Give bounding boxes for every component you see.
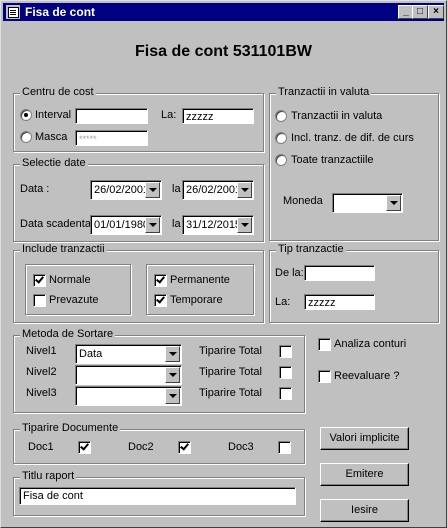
nivel3-label: Nivel3 (26, 387, 57, 399)
tip-la-input[interactable]: zzzzz (304, 294, 375, 310)
valori-implicite-button[interactable]: Valori implicite (320, 427, 409, 450)
report-window: Fisa de cont _ □ × Fisa de cont 531101BW… (0, 0, 447, 528)
include-left-box (25, 264, 131, 315)
centru-cost-label: Centru de cost (20, 86, 96, 98)
interval-radio[interactable] (20, 109, 32, 121)
tiparire-total-1-label: Tiparire Total (199, 345, 262, 357)
doc1-checkbox[interactable] (78, 441, 91, 454)
chevron-down-icon[interactable] (165, 388, 180, 404)
chevron-down-icon[interactable] (145, 182, 160, 198)
radio-tranzactii-valuta-label: Tranzactii in valuta (291, 110, 383, 122)
metoda-sortare-label: Metoda de Sortare (20, 328, 116, 340)
reevaluare-label: Reevaluare ? (334, 370, 400, 382)
include-tranzactii-label: Include tranzactii (20, 243, 107, 255)
tranzactii-valuta-label: Tranzactii in valuta (276, 86, 372, 98)
de-la-label: De la: (275, 267, 304, 279)
app-icon[interactable] (6, 5, 20, 19)
tiparire-documente-label: Tiparire Documente (20, 422, 121, 434)
analiza-conturi-checkbox[interactable] (318, 338, 331, 351)
doc2-checkbox[interactable] (178, 441, 191, 454)
scadenta-label: Data scadenta : (20, 218, 98, 230)
masca-radio[interactable] (20, 131, 32, 143)
normale-label: Normale (49, 274, 91, 286)
la-input[interactable]: zzzzz (182, 108, 254, 124)
data-to-select[interactable]: 26/02/2001 (182, 180, 254, 200)
chevron-down-icon[interactable] (237, 182, 252, 198)
page-title: Fisa de cont 531101BW (135, 43, 312, 60)
doc1-label: Doc1 (28, 441, 54, 453)
title-bar[interactable]: Fisa de cont _ □ × (3, 3, 444, 21)
emitere-label: Emitere (345, 468, 384, 480)
doc2-label: Doc2 (128, 441, 154, 453)
data-from-select[interactable]: 26/02/2001 (90, 180, 162, 200)
tiparire-total-2-checkbox[interactable] (279, 366, 292, 379)
nivel1-select[interactable]: Data (75, 344, 182, 364)
selectie-date-label: Selectie date (20, 157, 88, 169)
masca-input[interactable]: ***** (75, 130, 148, 146)
la-scadenta-label: la (172, 218, 181, 230)
nivel2-select[interactable] (75, 365, 182, 385)
scadenta-from-select[interactable]: 01/01/1980 (90, 215, 162, 235)
tip-de-la-input[interactable] (304, 265, 375, 281)
tiparire-total-1-checkbox[interactable] (279, 345, 292, 358)
maximize-button[interactable]: □ (412, 5, 428, 19)
chevron-down-icon[interactable] (165, 346, 180, 362)
tiparire-total-2-label: Tiparire Total (199, 366, 262, 378)
chevron-down-icon[interactable] (237, 217, 252, 233)
radio-incl-dif-curs-label: Incl. tranz. de dif. de curs (291, 132, 414, 144)
nivel3-select[interactable] (75, 386, 182, 406)
masca-label: Masca (35, 131, 68, 143)
iesire-button[interactable]: Iesire (320, 499, 409, 522)
chevron-down-icon[interactable] (145, 217, 160, 233)
data-label: Data : (20, 183, 50, 195)
radio-incl-dif-curs[interactable] (275, 132, 287, 144)
tiparire-total-3-label: Tiparire Total (199, 387, 262, 399)
radio-tranzactii-valuta[interactable] (275, 110, 287, 122)
doc3-checkbox[interactable] (278, 441, 291, 454)
scadenta-to-value: 31/12/2015 (186, 219, 242, 231)
prevazute-checkbox[interactable] (33, 294, 46, 307)
emitere-button[interactable]: Emitere (320, 463, 409, 486)
include-right-box (146, 264, 254, 315)
nivel2-label: Nivel2 (26, 366, 57, 378)
data-to-value: 26/02/2001 (186, 184, 242, 196)
interval-input[interactable] (75, 108, 148, 124)
temporare-label: Temporare (170, 294, 223, 306)
nivel1-value: Data (79, 348, 103, 360)
scadenta-to-select[interactable]: 31/12/2015 (182, 215, 254, 235)
tiparire-documente-group: Tiparire Documente (13, 422, 305, 464)
temporare-checkbox[interactable] (154, 294, 167, 307)
tip-tranzactie-label: Tip tranzactie (276, 243, 346, 255)
close-button[interactable]: × (428, 5, 444, 19)
radio-toate-tranzactiile-label: Toate tranzactiile (291, 154, 374, 166)
titlu-raport-label: Titlu raport (20, 470, 77, 482)
prevazute-label: Prevazute (49, 294, 99, 306)
tip-la-label: La: (275, 296, 291, 308)
chevron-down-icon[interactable] (386, 195, 401, 211)
permanente-label: Permanente (170, 274, 230, 286)
moneda-select[interactable] (332, 193, 403, 213)
la-data-label: la (172, 183, 181, 195)
doc3-label: Doc3 (228, 441, 254, 453)
interval-label: Interval (35, 109, 72, 121)
window-title: Fisa de cont (25, 5, 96, 19)
nivel1-label: Nivel1 (26, 345, 57, 357)
data-from-value: 26/02/2001 (94, 184, 150, 196)
chevron-down-icon[interactable] (165, 367, 180, 383)
analiza-conturi-label: Analiza conturi (334, 338, 407, 350)
moneda-label: Moneda (283, 195, 323, 207)
scadenta-from-value: 01/01/1980 (94, 219, 150, 231)
radio-toate-tranzactiile[interactable] (275, 154, 287, 166)
tip-tranzactie-group: Tip tranzactie (269, 243, 439, 323)
la-label: La: (161, 109, 177, 121)
titlu-raport-input[interactable]: Fisa de cont (19, 487, 296, 505)
iesire-label: Iesire (351, 504, 378, 516)
reevaluare-checkbox[interactable] (318, 370, 331, 383)
tiparire-total-3-checkbox[interactable] (279, 387, 292, 400)
permanente-checkbox[interactable] (154, 274, 167, 287)
normale-checkbox[interactable] (33, 274, 46, 287)
